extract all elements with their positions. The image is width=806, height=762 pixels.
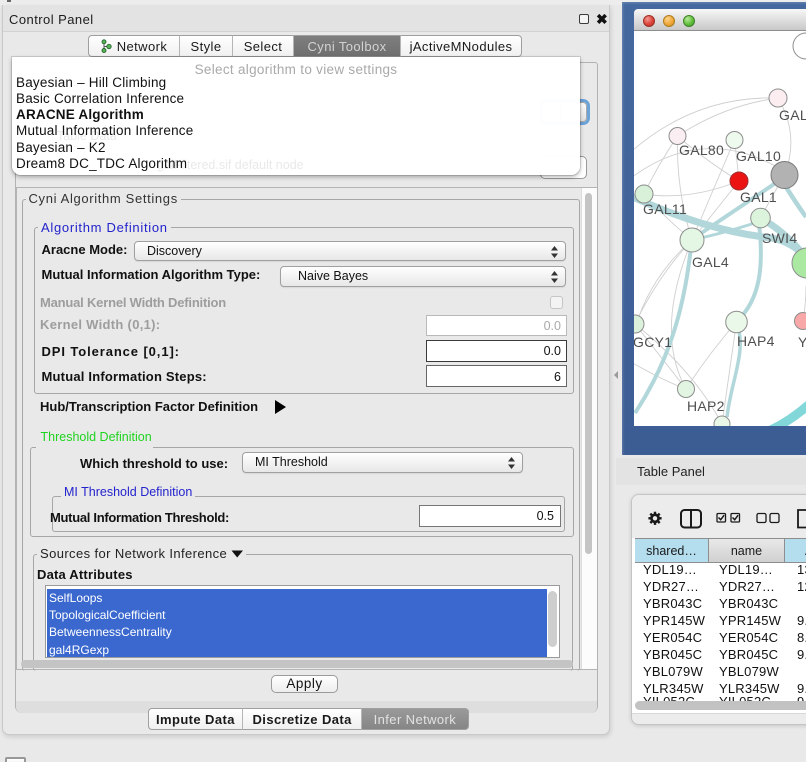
svg-text:Y: Y [798, 334, 806, 350]
svg-text:GAL11: GAL11 [643, 201, 687, 217]
svg-text:GAL: GAL [779, 107, 806, 123]
svg-text:HAP2: HAP2 [687, 398, 725, 414]
svg-text:GAL1: GAL1 [740, 189, 777, 205]
svg-text:SWI4: SWI4 [762, 230, 797, 246]
svg-text:HAP4: HAP4 [737, 333, 775, 349]
svg-text:GAL80: GAL80 [679, 142, 724, 158]
svg-text:GAL10: GAL10 [736, 148, 781, 164]
svg-text:GCY1: GCY1 [634, 334, 672, 350]
svg-text:GAL4: GAL4 [692, 254, 729, 270]
